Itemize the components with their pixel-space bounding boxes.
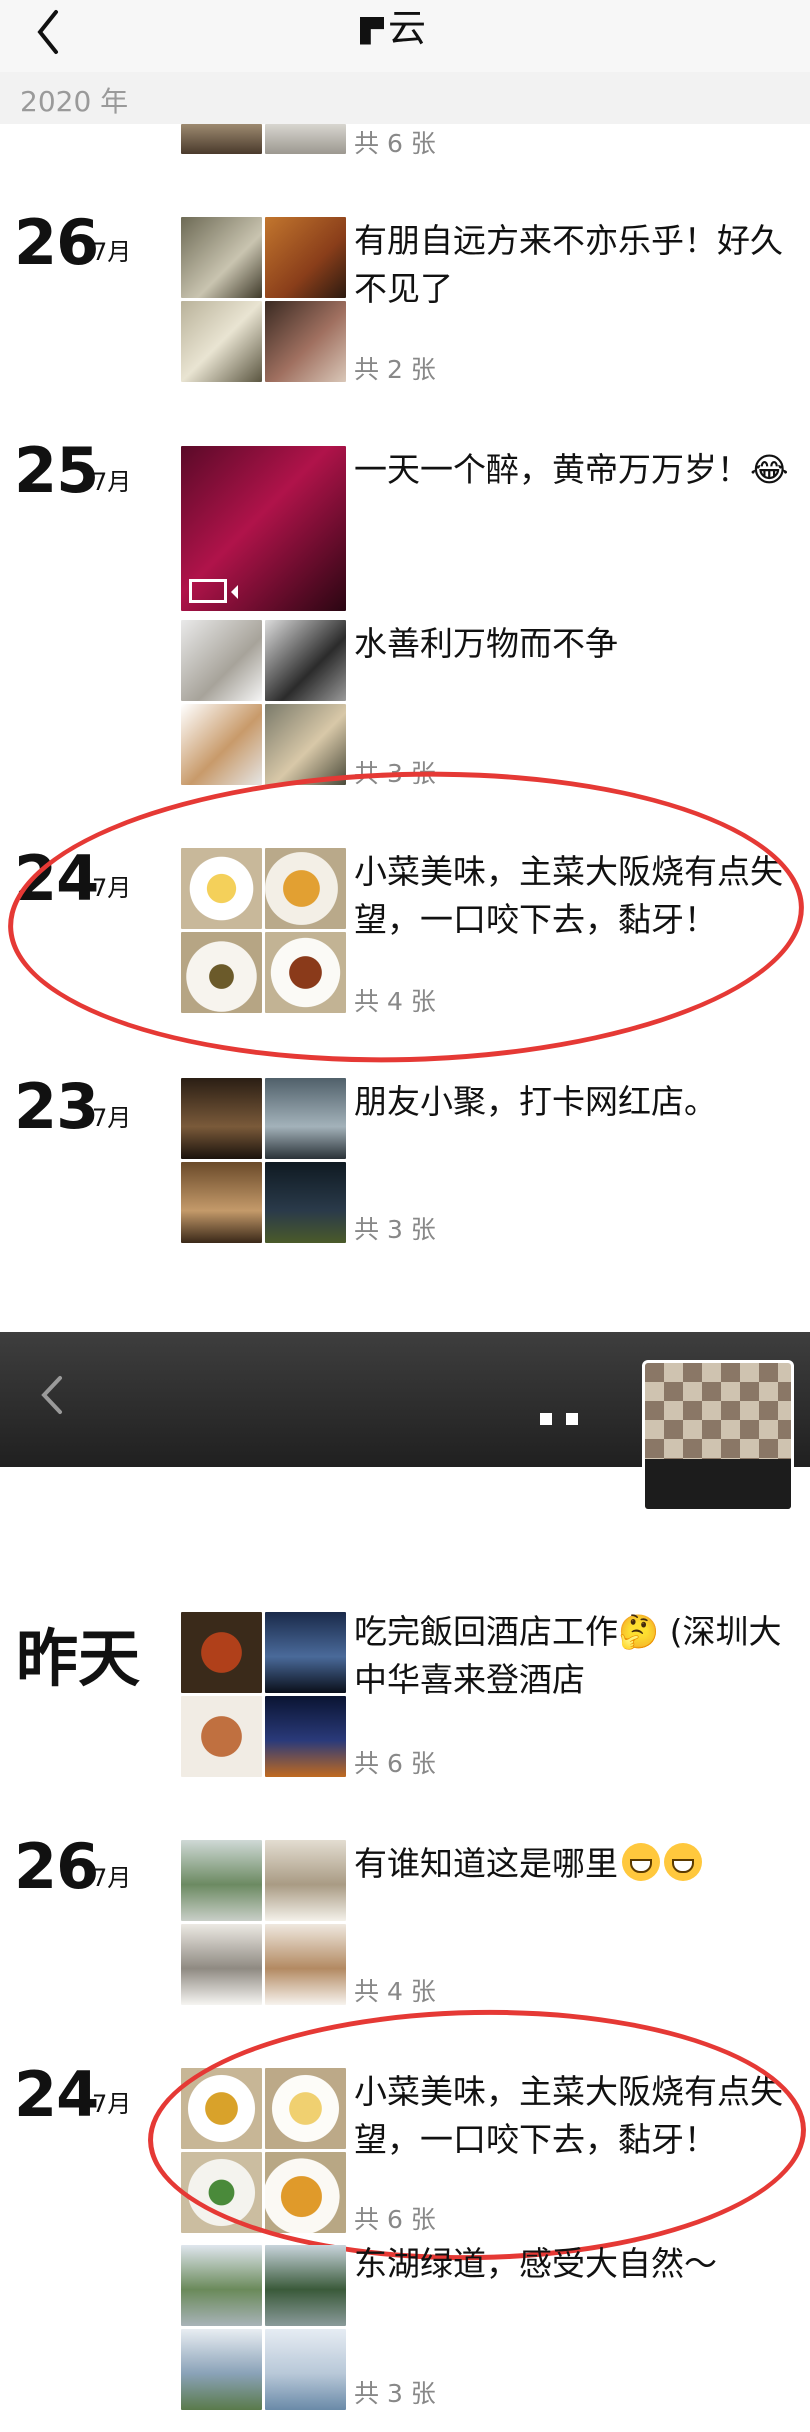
photo-count: 共 3 张: [354, 1215, 436, 1244]
photo-thumb[interactable]: [265, 1840, 346, 1921]
post-thumbnail-grid[interactable]: [181, 1840, 346, 2005]
photo-thumb[interactable]: [181, 1696, 262, 1777]
photo-thumb[interactable]: [181, 217, 262, 298]
photo-thumb[interactable]: [265, 2068, 346, 2149]
post-thumbnail-grid[interactable]: [181, 620, 346, 785]
post-thumbnail-grid[interactable]: [181, 217, 346, 382]
photo-thumb[interactable]: [265, 1612, 346, 1693]
post-thumbnail-grid[interactable]: [181, 2245, 346, 2410]
photo-thumb[interactable]: [265, 1696, 346, 1777]
photo-thumb[interactable]: [265, 2245, 346, 2326]
chevron-left-icon[interactable]: [24, 4, 74, 60]
post-month: 7月: [92, 874, 132, 902]
post-thumbnail-grid[interactable]: [181, 2068, 346, 2233]
photo-thumb[interactable]: [265, 848, 346, 929]
photo-count: 共 2 张: [354, 355, 436, 384]
post-day: 24: [14, 2058, 99, 2131]
photo-thumb[interactable]: [265, 1924, 346, 2005]
photo-thumb[interactable]: [181, 124, 262, 154]
post-caption[interactable]: 东湖绿道，感受大自然～: [354, 2240, 794, 2288]
photo-thumb[interactable]: [181, 1840, 262, 1921]
post-day: 26: [14, 1830, 99, 1903]
post-caption[interactable]: 有谁知道这是哪里: [354, 1840, 794, 1888]
photo-thumb[interactable]: [181, 620, 262, 701]
photo-thumb[interactable]: [265, 124, 346, 154]
photo-thumb[interactable]: [181, 1162, 262, 1243]
post-day: 24: [14, 842, 99, 915]
post-caption[interactable]: 朋友小聚，打卡网红店。: [354, 1078, 794, 1126]
post-caption[interactable]: 水善利万物而不争: [354, 620, 794, 668]
video-thumb[interactable]: [181, 446, 346, 611]
post-day: 26: [14, 206, 99, 279]
post-day: 25: [14, 434, 99, 507]
photo-thumb[interactable]: [181, 704, 262, 785]
photo-thumb[interactable]: [181, 2245, 262, 2326]
grin-emoji-icon: [664, 1843, 702, 1881]
post-thumbnail-grid[interactable]: [181, 848, 346, 1013]
post-month: 7月: [92, 1864, 132, 1892]
photo-thumb[interactable]: [265, 217, 346, 298]
post-day: 昨天: [16, 1622, 141, 1695]
top-nav-bar: 云: [0, 0, 810, 72]
post-thumbnail-grid[interactable]: [181, 1078, 346, 1243]
photo-thumb[interactable]: [265, 620, 346, 701]
photo-thumb[interactable]: [265, 1162, 346, 1243]
photo-thumb[interactable]: [181, 2329, 262, 2410]
photo-count: 共 4 张: [354, 1977, 436, 2006]
photo-count: 共 3 张: [354, 2379, 436, 2408]
photo-count: 共 6 张: [354, 1749, 436, 1778]
post-caption[interactable]: 吃完飯回酒店工作🤔 (深圳大中华喜来登酒店: [354, 1608, 794, 1704]
caption-text: 有谁知道这是哪里: [354, 1844, 618, 1883]
post-thumbnail-grid[interactable]: [181, 124, 346, 154]
photo-thumb[interactable]: [265, 932, 346, 1013]
photo-thumb[interactable]: [265, 2329, 346, 2410]
post-thumbnail-grid[interactable]: [181, 1612, 346, 1777]
name-mosaic: [540, 1410, 592, 1429]
photo-thumb[interactable]: [265, 301, 346, 382]
post-caption[interactable]: 一天一个醉，黄帝万万岁！😂: [354, 446, 794, 494]
photo-thumb[interactable]: [265, 704, 346, 785]
photo-thumb[interactable]: [181, 2068, 262, 2149]
photo-thumb[interactable]: [181, 848, 262, 929]
post-month: 7月: [92, 468, 132, 496]
photo-thumb[interactable]: [265, 1078, 346, 1159]
photo-thumb[interactable]: [181, 301, 262, 382]
avatar[interactable]: [642, 1360, 794, 1512]
photo-count: 共 6 张: [354, 2205, 436, 2234]
post-month: 7月: [92, 238, 132, 266]
year-header: 2020 年: [0, 72, 810, 124]
page-title: 云: [360, 2, 426, 54]
grin-emoji-icon: [622, 1843, 660, 1881]
post-caption[interactable]: 小菜美味，主菜大阪烧有点失望，一口咬下去，黏牙！: [354, 2068, 794, 2164]
video-icon: [189, 579, 227, 603]
photo-thumb[interactable]: [181, 1078, 262, 1159]
post-caption[interactable]: 有朋自远方来不亦乐乎！好久不见了: [354, 217, 794, 313]
chevron-left-icon[interactable]: [36, 1372, 66, 1418]
photo-thumb[interactable]: [181, 1612, 262, 1693]
post-month: 7月: [92, 2090, 132, 2118]
photo-thumb[interactable]: [181, 1924, 262, 2005]
moments-album-screen: 云 2020 年 共 6 张 26 7月 有朋自远方来不亦乐乎！好久不见了 共 …: [0, 0, 810, 2432]
post-month: 7月: [92, 1104, 132, 1132]
post-day: 23: [14, 1070, 99, 1143]
photo-count: 共 4 张: [354, 987, 436, 1016]
post-caption[interactable]: 小菜美味，主菜大阪烧有点失望，一口咬下去，黏牙！: [354, 848, 794, 944]
photo-thumb[interactable]: [181, 2152, 262, 2233]
photo-count: 共 6 张: [354, 129, 436, 158]
photo-thumb[interactable]: [265, 2152, 346, 2233]
photo-thumb[interactable]: [181, 932, 262, 1013]
photo-count: 共 3 张: [354, 759, 436, 788]
